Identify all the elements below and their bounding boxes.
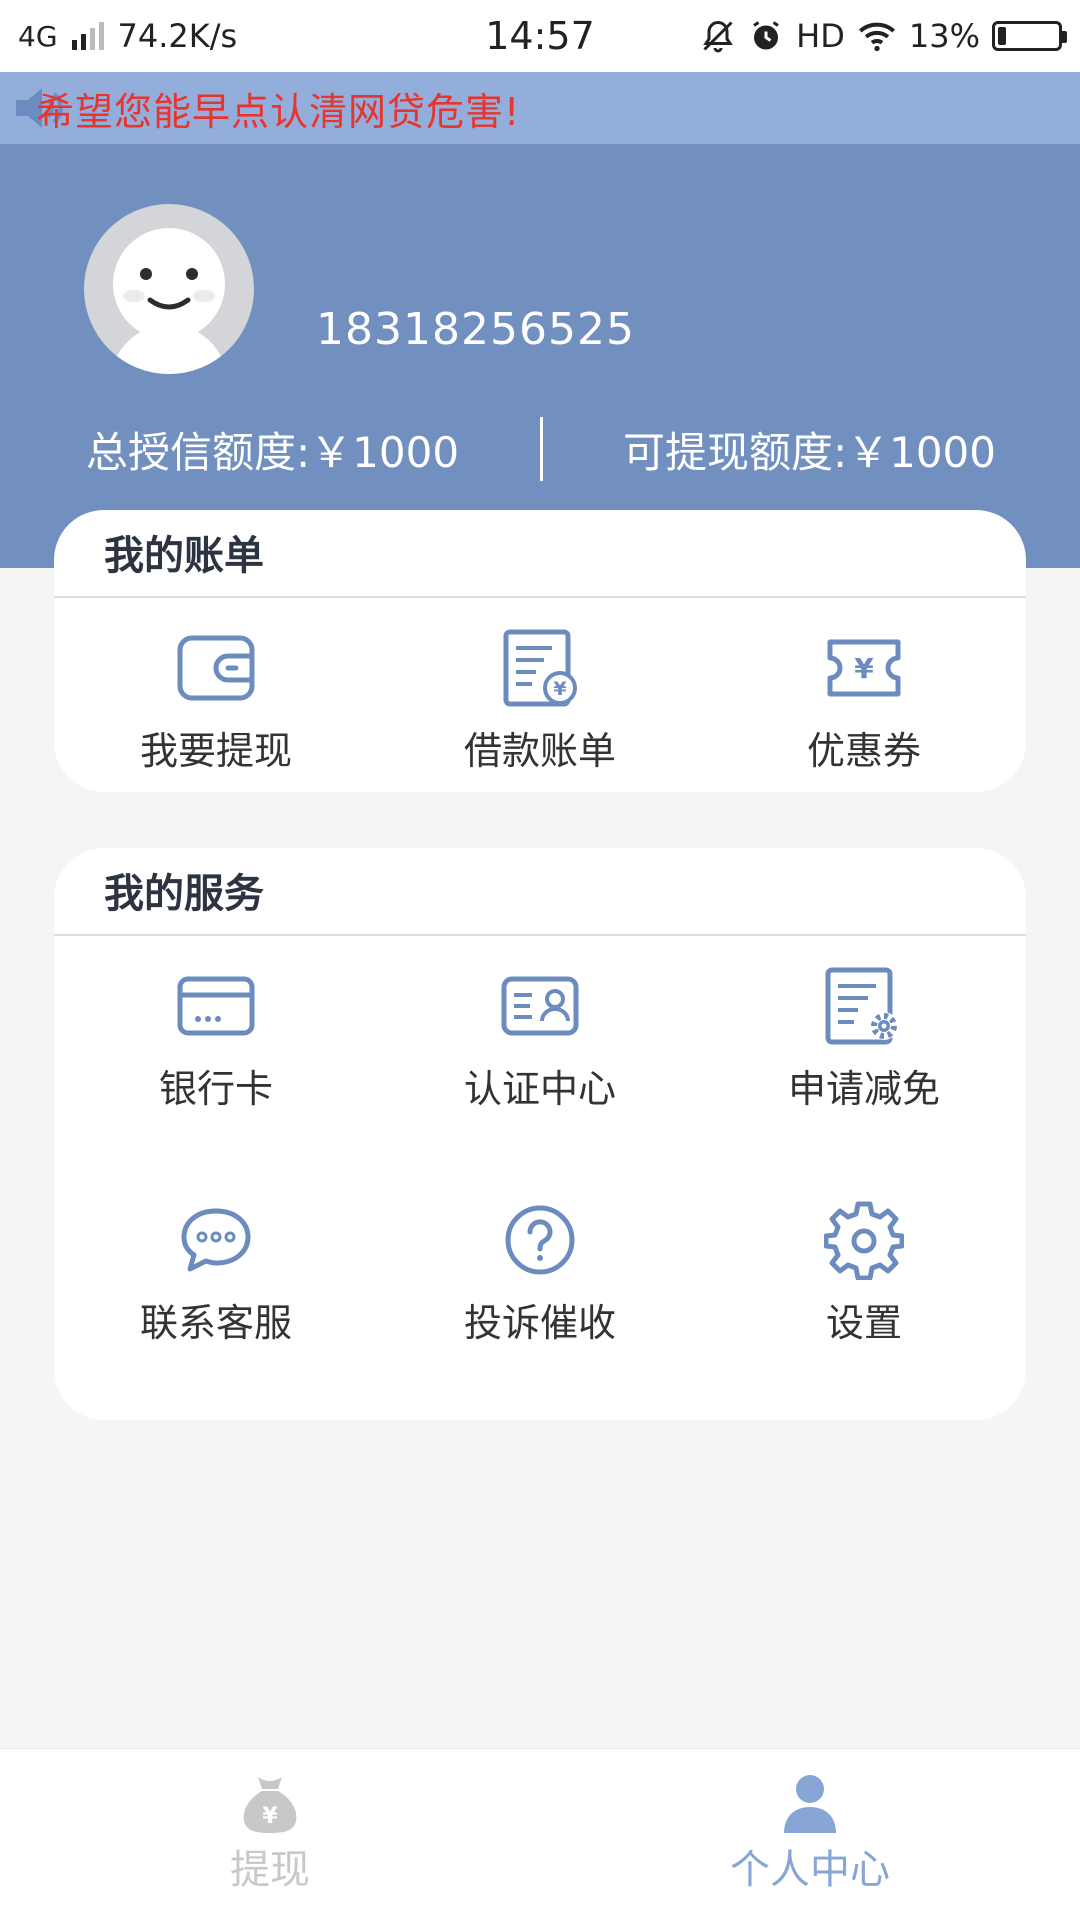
battery-percent: 13% <box>908 17 980 55</box>
bill-document-icon: ¥ <box>498 628 582 708</box>
signal-icon <box>71 22 104 50</box>
tab-profile[interactable]: 个人中心 <box>540 1749 1080 1920</box>
bills-title: 我的账单 <box>54 510 1026 598</box>
quota-row: 总授信额度:￥1000 可提现额度:￥1000 <box>0 416 1080 482</box>
user-phone: 18318256525 <box>316 304 635 355</box>
smiley-avatar-icon <box>109 228 229 374</box>
complaint-label: 投诉催收 <box>463 1301 616 1345</box>
notice-bar: 希望您能早点认清网贷危害! <box>0 72 1080 144</box>
svg-text:¥: ¥ <box>262 1804 278 1829</box>
verification-center-item[interactable]: 认证中心 <box>378 936 702 1170</box>
bank-card-item[interactable]: 银行卡 <box>54 936 378 1170</box>
wifi-icon <box>858 22 895 52</box>
customer-service-label: 联系客服 <box>139 1301 292 1345</box>
bell-muted-icon <box>703 20 733 53</box>
network-type: 4G <box>18 19 58 53</box>
status-right: HD 13% <box>700 17 1067 55</box>
complaint-item[interactable]: 投诉催收 <box>378 1170 702 1404</box>
battery-level <box>998 27 1006 45</box>
wallet-icon <box>174 628 258 708</box>
apply-waiver-item[interactable]: 申请减免 <box>702 936 1026 1170</box>
bottom-tab-bar: ¥ 提现 个人中心 <box>0 1748 1080 1920</box>
bank-card-label: 银行卡 <box>158 1067 273 1111</box>
customer-service-item[interactable]: 联系客服 <box>54 1170 378 1404</box>
withdraw-label: 我要提现 <box>139 729 292 773</box>
loan-bill-label: 借款账单 <box>463 729 616 773</box>
network-speed: 74.2K/s <box>117 17 238 55</box>
available-credit: 可提现额度:￥1000 <box>622 427 996 477</box>
battery-icon <box>992 21 1067 51</box>
chat-bubble-icon <box>174 1200 258 1280</box>
question-circle-icon <box>498 1200 582 1280</box>
loan-bill-item[interactable]: ¥ 借款账单 <box>378 598 702 788</box>
document-gear-icon <box>822 966 906 1046</box>
id-card-icon <box>498 966 582 1046</box>
total-credit: 总授信额度:￥1000 <box>86 427 460 477</box>
gear-icon <box>822 1200 906 1280</box>
settings-label: 设置 <box>825 1301 902 1345</box>
coupon-icon: ¥ <box>822 628 906 708</box>
verification-center-label: 认证中心 <box>463 1067 616 1111</box>
money-bag-icon: ¥ <box>243 1777 297 1833</box>
coupon-label: 优惠券 <box>806 729 921 773</box>
bills-card: 我的账单 我要提现 ¥ 借款账单 ¥ 优惠券 <box>54 510 1026 792</box>
services-title: 我的服务 <box>54 848 1026 936</box>
tab-withdraw-label: 提现 <box>230 1847 310 1893</box>
tab-profile-label: 个人中心 <box>730 1847 890 1893</box>
svg-text:¥: ¥ <box>553 678 566 700</box>
services-card: 我的服务 银行卡 认证中心 申请减免 联系客服 投诉催收 设置 <box>54 848 1026 1420</box>
services-grid: 银行卡 认证中心 申请减免 联系客服 投诉催收 设置 <box>54 936 1026 1404</box>
status-left: 4G 74.2K/s <box>18 17 700 55</box>
settings-item[interactable]: 设置 <box>702 1170 1026 1404</box>
tab-withdraw[interactable]: ¥ 提现 <box>0 1749 540 1920</box>
apply-waiver-label: 申请减免 <box>787 1067 940 1111</box>
avatar[interactable] <box>84 204 254 374</box>
profile-header: 18318256525 总授信额度:￥1000 可提现额度:￥1000 <box>0 144 1080 568</box>
withdraw-item[interactable]: 我要提现 <box>54 598 378 788</box>
svg-text:¥: ¥ <box>854 652 874 685</box>
alarm-icon <box>753 21 780 50</box>
coupon-item[interactable]: ¥ 优惠券 <box>702 598 1026 788</box>
bills-grid: 我要提现 ¥ 借款账单 ¥ 优惠券 <box>54 598 1026 788</box>
bank-card-icon <box>174 966 258 1046</box>
user-icon <box>784 1775 836 1833</box>
hd-indicator: HD <box>796 17 845 55</box>
notice-marquee-text: 希望您能早点认清网贷危害! <box>36 89 521 134</box>
status-bar: 4G 74.2K/s 14:57 HD 13% <box>0 0 1080 72</box>
